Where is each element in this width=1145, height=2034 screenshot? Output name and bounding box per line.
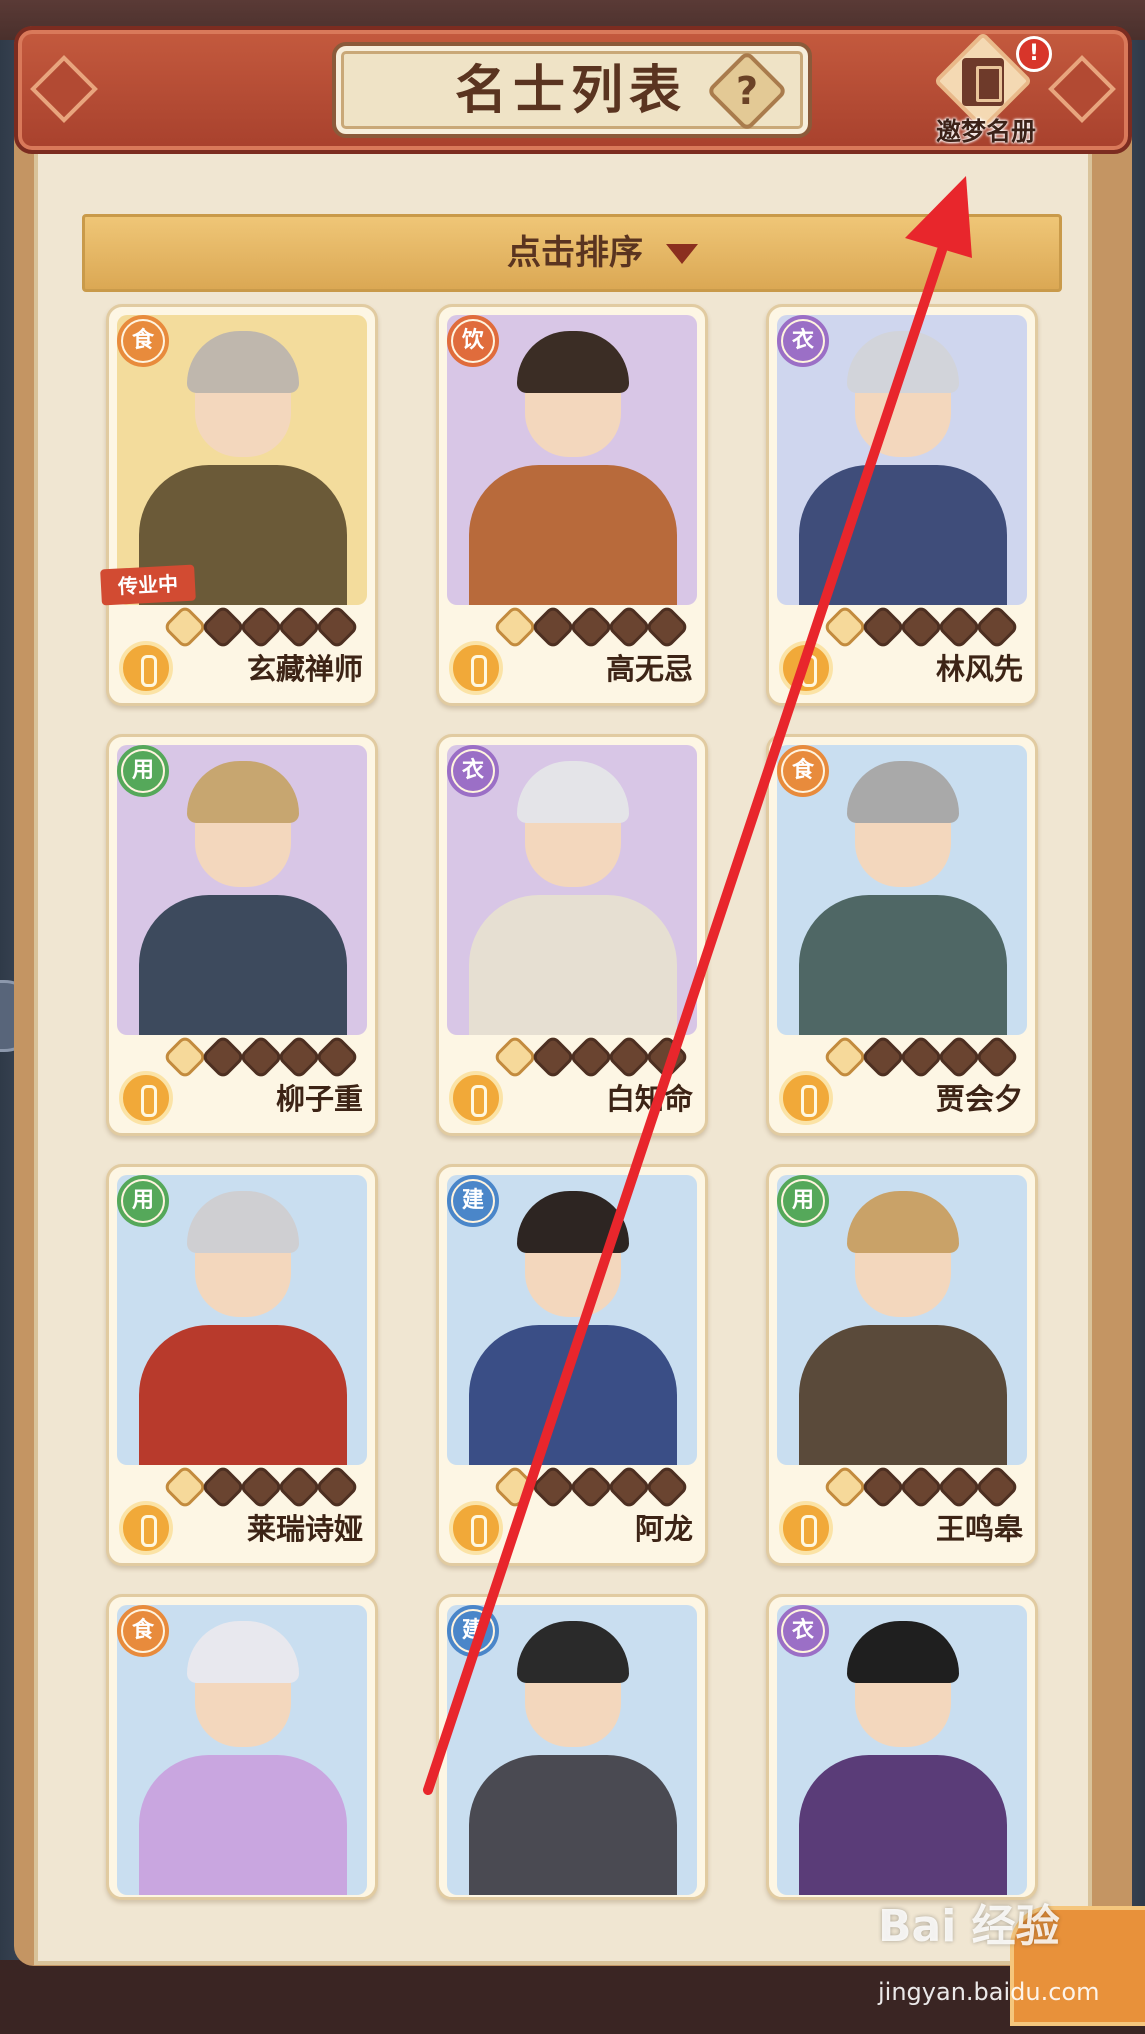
annotation-arrow bbox=[423, 176, 972, 1795]
annotation-arrow-head bbox=[905, 176, 972, 258]
annotation-arrow-shaft bbox=[423, 245, 947, 1795]
